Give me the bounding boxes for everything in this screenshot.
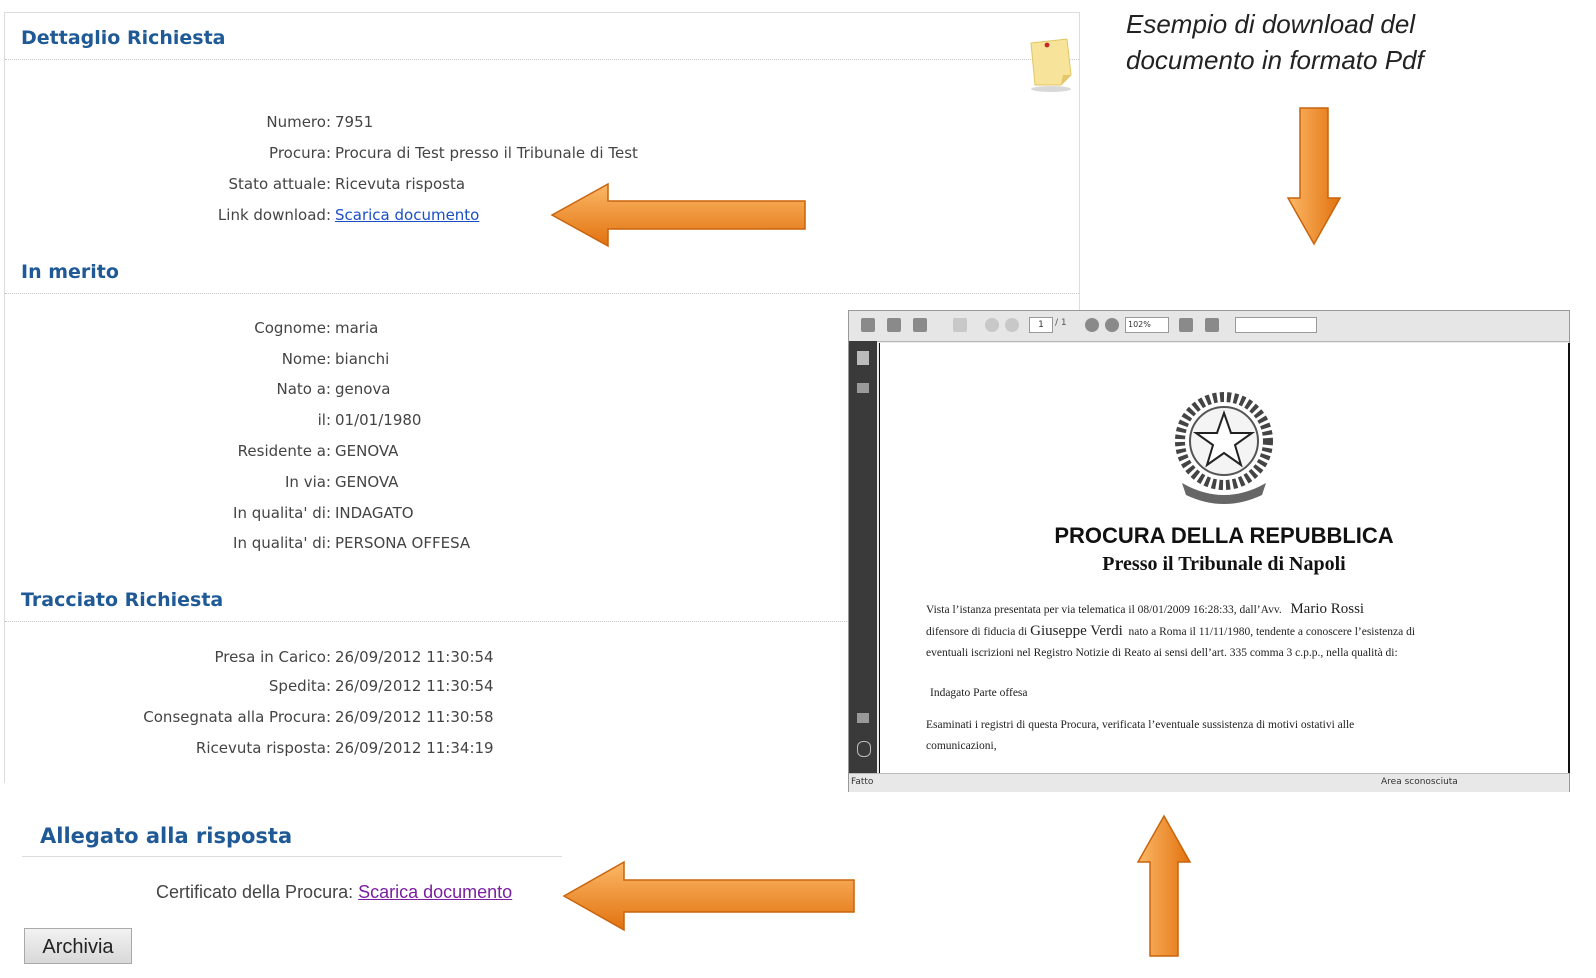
field-label: In qualita' di: bbox=[233, 534, 331, 552]
document-heading: PROCURA DELLA REPUBBLICA bbox=[1054, 523, 1394, 548]
field-value: Procura di Test presso il Tribunale di T… bbox=[335, 144, 638, 162]
paragraph-text: Esaminati i registri di questa Procura, … bbox=[926, 719, 1355, 731]
next-page-icon[interactable] bbox=[1005, 318, 1019, 332]
page-thumbnail-icon[interactable] bbox=[857, 351, 869, 365]
field-label: Procura: bbox=[269, 144, 331, 162]
page-total: / 1 bbox=[1055, 318, 1067, 328]
pdf-sidebar bbox=[849, 341, 877, 773]
caption: Esempio di download del documento in for… bbox=[1126, 6, 1546, 78]
field-value: PERSONA OFFESA bbox=[335, 534, 471, 552]
field-value: Ricevuta risposta bbox=[335, 175, 466, 193]
attachment-section-title: Allegato alla risposta bbox=[40, 824, 293, 848]
find-field[interactable] bbox=[1235, 317, 1317, 333]
field-label: Presa in Carico: bbox=[214, 648, 331, 666]
field-label: Ricevuta risposta: bbox=[195, 739, 331, 757]
merito-section-title: In merito bbox=[21, 261, 119, 283]
field-value: bianchi bbox=[335, 350, 390, 368]
field-value: maria bbox=[335, 319, 379, 337]
caption-line: documento in formato Pdf bbox=[1126, 45, 1424, 75]
pdf-statusbar: Fatto Area sconosciuta bbox=[849, 773, 1569, 792]
paragraph-text: Vista l’istanza presentata per via telem… bbox=[926, 604, 1282, 616]
lawyer-name: Mario Rossi bbox=[1290, 601, 1365, 617]
zoom-out-icon[interactable] bbox=[1085, 318, 1099, 332]
document-subheading: Presso il Tribunale di Napoli bbox=[1102, 553, 1346, 575]
download-attachment-link[interactable]: Scarica documento bbox=[358, 882, 512, 902]
republic-emblem-icon bbox=[1175, 392, 1273, 504]
paragraph-text: difensore di fiducia di bbox=[926, 626, 1028, 638]
section-divider bbox=[5, 293, 1079, 294]
field-value: 26/09/2012 11:34:19 bbox=[335, 739, 494, 757]
attachment-label: Certificato della Procura: bbox=[156, 882, 354, 902]
paragraph-text: comunicazioni, bbox=[926, 740, 997, 752]
field-label: Spedita: bbox=[268, 677, 331, 695]
prev-page-icon[interactable] bbox=[985, 318, 999, 332]
section-divider bbox=[5, 59, 1079, 60]
pages-icon[interactable] bbox=[953, 318, 967, 332]
comment-icon[interactable] bbox=[857, 713, 869, 723]
share-icon[interactable] bbox=[913, 318, 927, 332]
field-value: 26/09/2012 11:30:54 bbox=[335, 677, 494, 695]
save-icon[interactable] bbox=[887, 318, 901, 332]
field-label: Link download: bbox=[217, 206, 331, 224]
download-document-link[interactable]: Scarica documento bbox=[335, 206, 479, 224]
section-divider bbox=[22, 856, 562, 857]
field-value: 26/09/2012 11:30:54 bbox=[335, 648, 494, 666]
arrow-down-icon bbox=[1286, 107, 1342, 246]
bookmark-icon[interactable] bbox=[857, 383, 869, 393]
sticky-note-icon[interactable] bbox=[1027, 35, 1075, 92]
tracciato-section-title: Tracciato Richiesta bbox=[21, 589, 224, 611]
paragraph-text: nato a Roma il 11/11/1980, tendente a co… bbox=[1128, 626, 1416, 638]
zoom-in-icon[interactable] bbox=[1105, 318, 1119, 332]
attachment-icon[interactable] bbox=[857, 741, 871, 757]
fit-page-icon[interactable] bbox=[1179, 318, 1193, 332]
page-number-field[interactable]: 1 bbox=[1029, 317, 1053, 333]
archive-button[interactable]: Archivia bbox=[24, 928, 132, 964]
field-value: 01/01/1980 bbox=[335, 411, 422, 429]
field-label: In via: bbox=[285, 473, 331, 491]
pdf-viewer: 1 / 1 102% PROCURA DELLA REPUBBLICA Pres… bbox=[848, 310, 1570, 792]
pdf-page: PROCURA DELLA REPUBBLICA Presso il Tribu… bbox=[879, 343, 1570, 773]
field-label: Nato a: bbox=[276, 380, 332, 398]
attachment-section: Allegato alla risposta Certificato della… bbox=[22, 810, 1072, 902]
caption-line: Esempio di download del bbox=[1126, 9, 1416, 39]
field-label: il: bbox=[317, 411, 331, 429]
status-left: Fatto bbox=[851, 777, 874, 787]
field-label: Nome: bbox=[281, 350, 331, 368]
field-value: INDAGATO bbox=[335, 504, 414, 522]
field-value: 26/09/2012 11:30:58 bbox=[335, 708, 494, 726]
attachment-row: Certificato della Procura: Scarica docum… bbox=[156, 882, 512, 903]
field-label: Cognome: bbox=[254, 319, 331, 337]
field-value: genova bbox=[335, 380, 391, 398]
field-label: Consegnata alla Procura: bbox=[143, 708, 331, 726]
pdf-toolbar: 1 / 1 102% bbox=[849, 311, 1569, 342]
client-name: Giuseppe Verdi bbox=[1030, 623, 1123, 639]
status-right: Area sconosciuta bbox=[1381, 777, 1458, 787]
arrow-up-icon bbox=[1136, 814, 1192, 957]
field-label: In qualita' di: bbox=[233, 504, 331, 522]
arrow-left-icon bbox=[550, 182, 806, 248]
document-paragraph: Vista l’istanza presentata per via telem… bbox=[926, 599, 1536, 664]
document-paragraph: Esaminati i registri di questa Procura, … bbox=[926, 715, 1536, 757]
qualita-text: Indagato Parte offesa bbox=[930, 687, 1028, 699]
field-value: GENOVA bbox=[335, 473, 399, 491]
zoom-field[interactable]: 102% bbox=[1125, 317, 1169, 333]
field-label: Numero: bbox=[266, 113, 331, 131]
field-value: GENOVA bbox=[335, 442, 399, 460]
field-label: Residente a: bbox=[237, 442, 331, 460]
fullscreen-icon[interactable] bbox=[1205, 318, 1219, 332]
print-icon[interactable] bbox=[861, 318, 875, 332]
paragraph-text: eventuali iscrizioni nel Registro Notizi… bbox=[926, 647, 1398, 659]
field-value: 7951 bbox=[335, 113, 374, 131]
detail-section-title: Dettaglio Richiesta bbox=[21, 27, 226, 49]
field-label: Stato attuale: bbox=[228, 175, 331, 193]
